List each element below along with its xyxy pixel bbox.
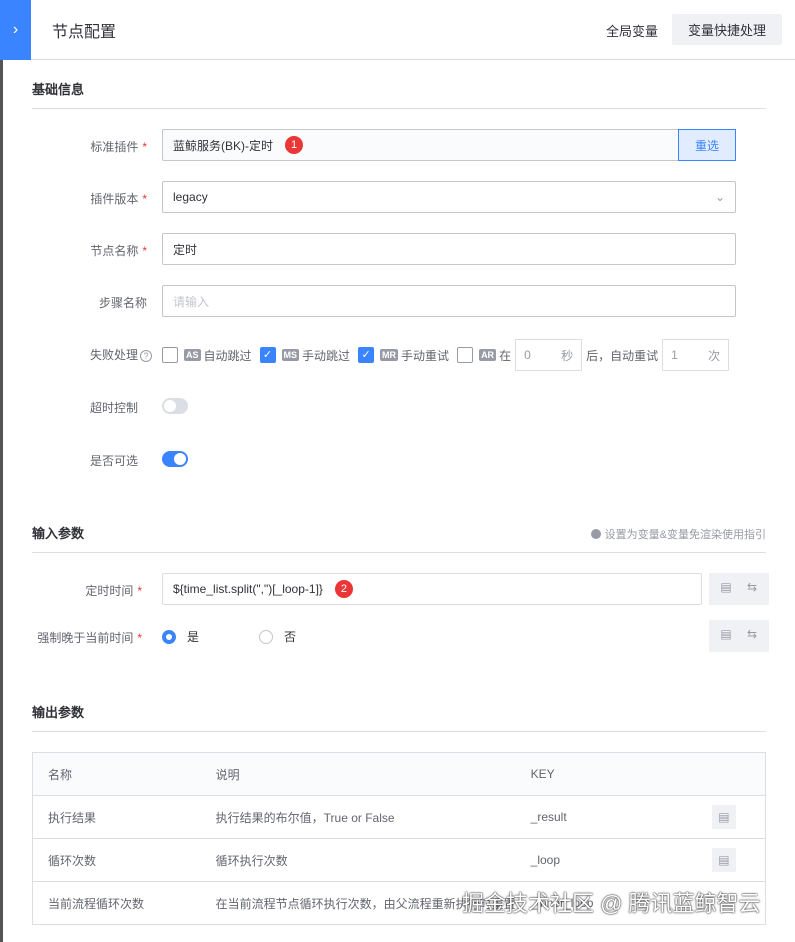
manual-skip-checkbox[interactable]: ✓ (259, 347, 276, 363)
hook-output-icon[interactable]: ▤ (711, 805, 736, 829)
radio-yes[interactable] (162, 629, 176, 644)
hook-variable-icon[interactable]: ⇆ (739, 620, 765, 648)
global-variables-link[interactable]: 全局变量 (606, 21, 658, 40)
retry-seconds-input[interactable]: 0秒 (515, 339, 583, 371)
info-icon (590, 529, 601, 539)
failure-label: 失败处理? (90, 346, 153, 363)
variable-guide-link[interactable]: 设置为变量&变量免渲染使用指引 (590, 526, 766, 542)
col-name: 名称 (32, 752, 201, 796)
timing-actions: ▤ ⇆ (709, 573, 769, 605)
auto-skip-label: 自动跳过 (203, 348, 252, 363)
chevron-down-icon: ⌄ (714, 190, 725, 204)
divider (32, 552, 766, 553)
step-name-input[interactable]: 请输入 (162, 285, 736, 317)
divider (32, 108, 766, 109)
cell-key: _result (515, 795, 697, 839)
force-late-label: 强制晚于当前时间 * (37, 631, 142, 645)
help-icon: ? (140, 350, 153, 362)
reselect-button[interactable]: 重选 (678, 129, 736, 161)
version-select[interactable]: legacy ⌄ (162, 181, 736, 213)
plugin-field: 蓝鲸服务(BK)-定时 1 (162, 129, 679, 161)
section-input-params: 输入参数 (32, 526, 85, 541)
optional-label: 是否可选 (90, 454, 139, 468)
timeout-toggle[interactable] (162, 398, 188, 414)
force-late-actions: ▤ ⇆ (709, 620, 769, 652)
quick-variable-button[interactable]: 变量快捷处理 (672, 14, 782, 45)
manual-skip-label: 手动跳过 (302, 348, 351, 363)
mr-tag: MR (380, 349, 399, 361)
cell-name: 执行结果 (32, 795, 201, 839)
collapse-toggle-button[interactable]: › (0, 0, 31, 60)
step-name-label: 步骤名称 (98, 296, 147, 310)
chevron-right-icon: › (12, 21, 19, 38)
table-row: 执行结果 执行结果的布尔值，True or False _result ▤ (32, 795, 766, 839)
cell-name: 循环次数 (32, 838, 201, 882)
ms-tag: MS (281, 349, 300, 361)
section-output-params: 输出参数 (32, 705, 85, 720)
optional-toggle[interactable] (162, 451, 188, 467)
timeout-label: 超时控制 (90, 401, 139, 415)
left-edge (0, 60, 3, 942)
version-label: 插件版本 * (90, 192, 147, 206)
section-basic-info: 基础信息 (32, 82, 85, 97)
timing-input[interactable]: ${time_list.split(",")[_loop-1]} 2 (162, 573, 702, 605)
auto-retry-checkbox[interactable] (457, 347, 474, 363)
radio-yes-label: 是 (187, 630, 200, 644)
radio-no-label: 否 (284, 630, 297, 644)
page-title: 节点配置 (52, 24, 117, 41)
timing-label: 定时时间 * (85, 584, 142, 598)
cell-key: _loop (515, 838, 697, 882)
divider (32, 731, 766, 732)
table-header: 名称 说明 KEY (32, 752, 766, 796)
after-text: 后，自动重试 (586, 348, 659, 363)
cell-desc: 循环执行次数 (200, 838, 516, 882)
retry-times-input[interactable]: 1次 (662, 339, 730, 371)
node-name-input[interactable]: 定时 (162, 233, 736, 265)
hint-text: 设置为变量&变量免渲染使用指引 (604, 529, 766, 541)
col-key: KEY (515, 752, 697, 796)
annotation-badge: 1 (285, 136, 303, 154)
failure-options: AS 自动跳过 ✓ MS 手动跳过 ✓ MR 手动重试 AR 在 0秒 后，自动重试 1次 (162, 339, 730, 371)
force-late-radio-group: 是 否 (162, 628, 296, 645)
as-tag: AS (184, 349, 201, 361)
render-variable-icon[interactable]: ▤ (713, 620, 739, 648)
table-row: 循环次数 循环执行次数 _loop ▤ (32, 838, 766, 882)
seconds-unit: 秒 (561, 348, 574, 363)
render-variable-icon[interactable]: ▤ (713, 573, 739, 601)
radio-no[interactable] (259, 629, 274, 644)
hook-output-icon[interactable]: ▤ (711, 848, 736, 872)
ar-tag: AR (479, 349, 497, 361)
col-actions (696, 752, 766, 796)
annotation-badge: 2 (334, 580, 353, 598)
cell-desc: 执行结果的布尔值，True or False (200, 795, 516, 839)
col-desc: 说明 (200, 752, 516, 796)
seconds-value: 0 (524, 348, 531, 362)
watermark: 掘金技术社区 @ 腾讯蓝鲸智云 (462, 891, 761, 916)
plugin-label: 标准插件 * (90, 140, 147, 154)
times-value: 1 (671, 348, 678, 362)
manual-retry-label: 手动重试 (401, 348, 450, 363)
hook-variable-icon[interactable]: ⇆ (739, 573, 765, 601)
node-name-label: 节点名称 * (90, 244, 147, 258)
auto-skip-checkbox[interactable] (162, 347, 178, 363)
cell-name: 当前流程循环次数 (32, 881, 201, 925)
manual-retry-checkbox[interactable]: ✓ (358, 347, 375, 363)
times-unit: 次 (708, 348, 721, 363)
auto-retry-label: 在 (499, 348, 512, 363)
